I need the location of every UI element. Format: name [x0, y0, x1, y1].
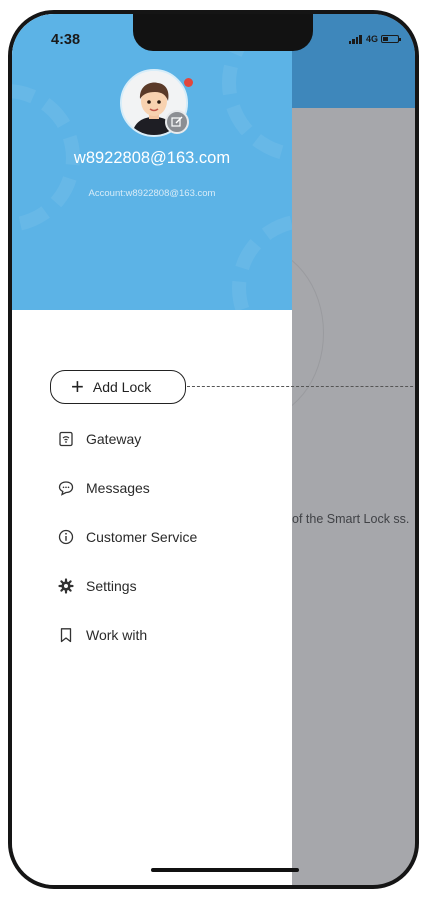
menu-item-label: Customer Service [86, 529, 198, 545]
menu-item-settings[interactable]: Settings [56, 571, 137, 601]
gateway-icon [56, 429, 76, 449]
account-label: Account:w8922808@163.com [88, 188, 216, 199]
menu-item-label: Settings [86, 578, 137, 594]
bookmark-icon [56, 625, 76, 645]
gear-icon [56, 576, 76, 596]
message-icon [56, 478, 76, 498]
status-indicators: 4G [348, 34, 401, 44]
background-page-text: of the Smart Lock ss. [292, 512, 410, 526]
battery-icon [381, 35, 401, 43]
home-indicator [151, 868, 299, 872]
user-email: w8922808@163.com [73, 149, 231, 167]
menu-item-work-with[interactable]: Work with [56, 620, 147, 650]
menu-item-gateway[interactable]: Gateway [56, 424, 141, 454]
menu-item-label: Work with [86, 627, 148, 643]
notification-dot [184, 78, 193, 87]
notch [133, 14, 313, 51]
callout-dashed-line [187, 386, 415, 387]
menu-item-label: Messages [86, 480, 150, 496]
network-label: 4G [365, 34, 378, 44]
edit-profile-icon[interactable] [165, 110, 189, 134]
add-lock-label: Add Lock [92, 379, 152, 395]
plus-icon: + [71, 374, 84, 399]
signal-icon [348, 34, 363, 44]
menu-item-label: Gateway [86, 431, 142, 447]
phone-frame: of the Smart Lock ss. w8922808@163.com A… [8, 10, 419, 889]
drawer-header: w8922808@163.com Account:w8922808@163.co… [12, 14, 292, 310]
status-time: 4:38 [51, 32, 81, 48]
menu-item-customer-service[interactable]: Customer Service [56, 522, 197, 552]
add-lock-button[interactable]: + Add Lock [50, 370, 186, 404]
info-icon [56, 527, 76, 547]
menu-item-messages[interactable]: Messages [56, 473, 150, 503]
side-drawer: w8922808@163.com Account:w8922808@163.co… [12, 14, 292, 885]
